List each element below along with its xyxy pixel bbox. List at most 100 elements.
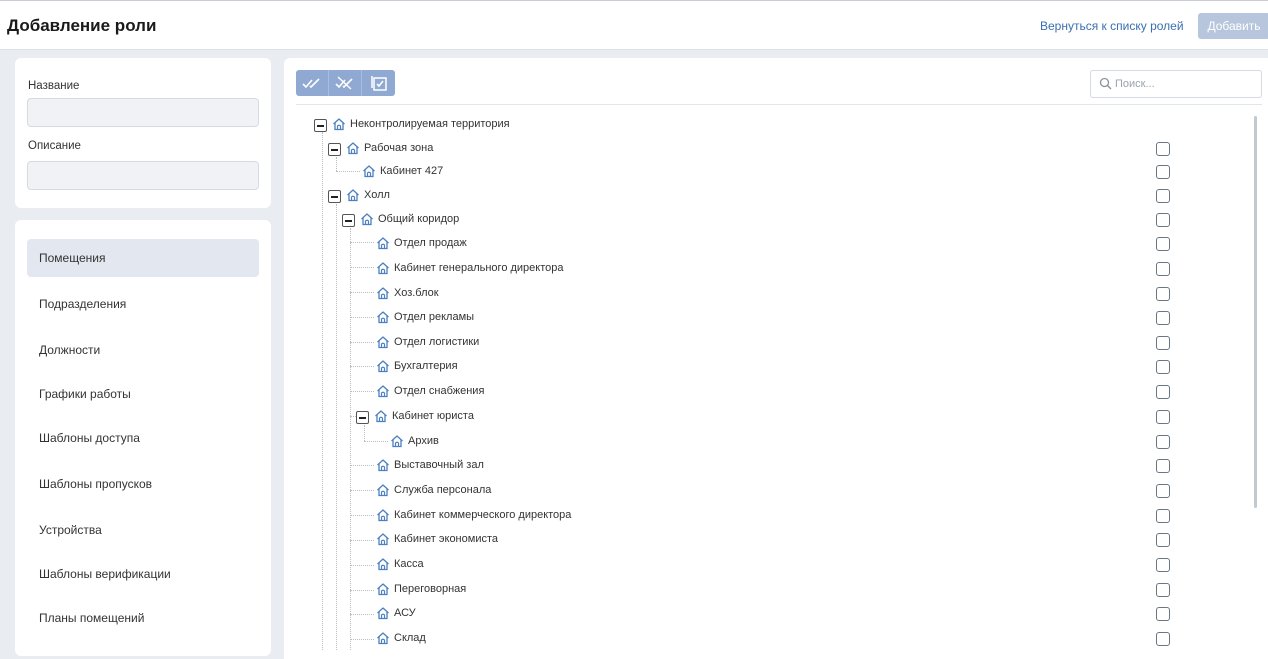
search-icon	[1099, 77, 1112, 90]
home-icon	[390, 434, 404, 448]
tree-node-label: Холл	[364, 189, 390, 201]
add-button[interactable]: Добавить	[1198, 13, 1268, 39]
tree-node-label: Переговорная	[394, 583, 467, 595]
tree-node[interactable]: Служба персонала	[0, 479, 1268, 503]
tree-node-checkbox[interactable]	[1156, 607, 1170, 621]
search-input[interactable]	[1115, 75, 1255, 93]
tree-node[interactable]: Хоз.блок	[0, 282, 1268, 306]
tree-node-checkbox[interactable]	[1156, 385, 1170, 399]
page-header: Добавление роли Вернуться к списку ролей…	[0, 0, 1268, 50]
tree-node-checkbox[interactable]	[1156, 189, 1170, 203]
home-icon	[374, 409, 388, 423]
tree-node[interactable]: Кабинет генерального директора	[0, 257, 1268, 281]
tree-node[interactable]: Рабочая зона	[0, 137, 1268, 161]
tree-node-label: Служба персонала	[394, 484, 492, 496]
tree-node-label: Выставочный зал	[394, 459, 484, 471]
tree-node-checkbox[interactable]	[1156, 558, 1170, 572]
tree-node[interactable]: Холл	[0, 184, 1268, 208]
tree-node-label: Касса	[394, 558, 424, 570]
tree-node[interactable]: Кабинет коммерческого директора	[0, 504, 1268, 528]
home-icon	[376, 384, 390, 398]
home-icon	[346, 188, 360, 202]
tree-node-checkbox[interactable]	[1156, 287, 1170, 301]
tree-node[interactable]: Кабинет 427	[0, 160, 1268, 184]
home-icon	[376, 582, 390, 596]
collapse-toggle[interactable]	[342, 214, 355, 227]
tree-node[interactable]: Отдел снабжения	[0, 380, 1268, 404]
select-checkbox-icon	[370, 76, 387, 91]
tree-node-label: Отдел рекламы	[394, 311, 475, 323]
home-icon	[376, 286, 390, 300]
tree-node-checkbox[interactable]	[1156, 410, 1170, 424]
tree-node[interactable]: Неконтролируемая территория	[0, 113, 1268, 137]
collapse-toggle[interactable]	[314, 119, 327, 132]
check-all-button[interactable]	[296, 70, 329, 96]
tree-node-label: Отдел логистики	[394, 336, 480, 348]
tree-node-label: Неконтролируемая территория	[350, 118, 510, 130]
home-icon	[362, 164, 376, 178]
tree-node-checkbox[interactable]	[1156, 165, 1170, 179]
home-icon	[376, 236, 390, 250]
tree-node-checkbox[interactable]	[1156, 262, 1170, 276]
tree-node[interactable]: Отдел рекламы	[0, 306, 1268, 330]
tree-node-checkbox[interactable]	[1156, 142, 1170, 156]
tree-node-label: Кабинет юриста	[392, 410, 474, 422]
tree-node[interactable]: Склад	[0, 627, 1268, 651]
tree-node-checkbox[interactable]	[1156, 213, 1170, 227]
tree-node-checkbox[interactable]	[1156, 435, 1170, 449]
name-label: Название	[28, 80, 80, 92]
tree-node-checkbox[interactable]	[1156, 311, 1170, 325]
home-icon	[376, 508, 390, 522]
tree-node[interactable]: Общий коридор	[0, 208, 1268, 232]
uncheck-all-button[interactable]	[329, 70, 362, 96]
home-icon	[376, 359, 390, 373]
home-icon	[376, 532, 390, 546]
collapse-toggle[interactable]	[328, 143, 341, 156]
home-icon	[376, 606, 390, 620]
tree-node-checkbox[interactable]	[1156, 533, 1170, 547]
tree-node[interactable]: Кабинет юриста	[0, 405, 1268, 429]
tree-node-checkbox[interactable]	[1156, 336, 1170, 350]
collapse-toggle[interactable]	[328, 190, 341, 203]
tree-node[interactable]: Бухгалтерия	[0, 355, 1268, 379]
home-icon	[376, 483, 390, 497]
tree-node[interactable]: Касса	[0, 553, 1268, 577]
tree-node-label: Отдел снабжения	[394, 385, 485, 397]
collapse-toggle[interactable]	[356, 411, 369, 424]
tree-node[interactable]: Отдел логистики	[0, 331, 1268, 355]
home-icon	[376, 557, 390, 571]
tree-node[interactable]: АСУ	[0, 602, 1268, 626]
tree-node-label: Отдел продаж	[394, 237, 467, 249]
home-icon	[376, 631, 390, 645]
tree-node[interactable]: Кабинет экономиста	[0, 528, 1268, 552]
tree-node-label: АСУ	[394, 607, 416, 619]
tree-node-checkbox[interactable]	[1156, 237, 1170, 251]
tree-node-checkbox[interactable]	[1156, 583, 1170, 597]
tree-node-label: Рабочая зона	[364, 142, 434, 154]
tree-node-checkbox[interactable]	[1156, 509, 1170, 523]
tree-node-label: Хоз.блок	[394, 287, 439, 299]
tree-node-label: Склад	[394, 632, 426, 644]
tree-node-label: Кабинет 427	[380, 165, 444, 177]
home-icon	[376, 458, 390, 472]
tree-node-label: Кабинет экономиста	[394, 533, 498, 545]
home-icon	[376, 310, 390, 324]
tree-node-checkbox[interactable]	[1156, 632, 1170, 646]
tree-node-checkbox[interactable]	[1156, 459, 1170, 473]
tree-node[interactable]: Переговорная	[0, 578, 1268, 602]
toolbar-divider	[296, 104, 1262, 105]
tree-node-checkbox[interactable]	[1156, 360, 1170, 374]
tree-node[interactable]: Архив	[0, 430, 1268, 454]
tree-toolbar	[296, 70, 395, 96]
select-button[interactable]	[362, 70, 395, 96]
tree-node-label: Кабинет генерального директора	[394, 262, 564, 274]
tree-scrollbar[interactable]	[1254, 116, 1257, 508]
tree-node[interactable]: Отдел продаж	[0, 232, 1268, 256]
uncheck-all-icon	[335, 76, 353, 90]
home-icon	[332, 117, 346, 131]
back-to-roles-link[interactable]: Вернуться к списку ролей	[1040, 19, 1184, 33]
tree-node[interactable]: Выставочный зал	[0, 454, 1268, 478]
tree-node-checkbox[interactable]	[1156, 484, 1170, 498]
check-all-icon	[302, 78, 320, 89]
tree-node-label: Кабинет коммерческого директора	[394, 509, 572, 521]
